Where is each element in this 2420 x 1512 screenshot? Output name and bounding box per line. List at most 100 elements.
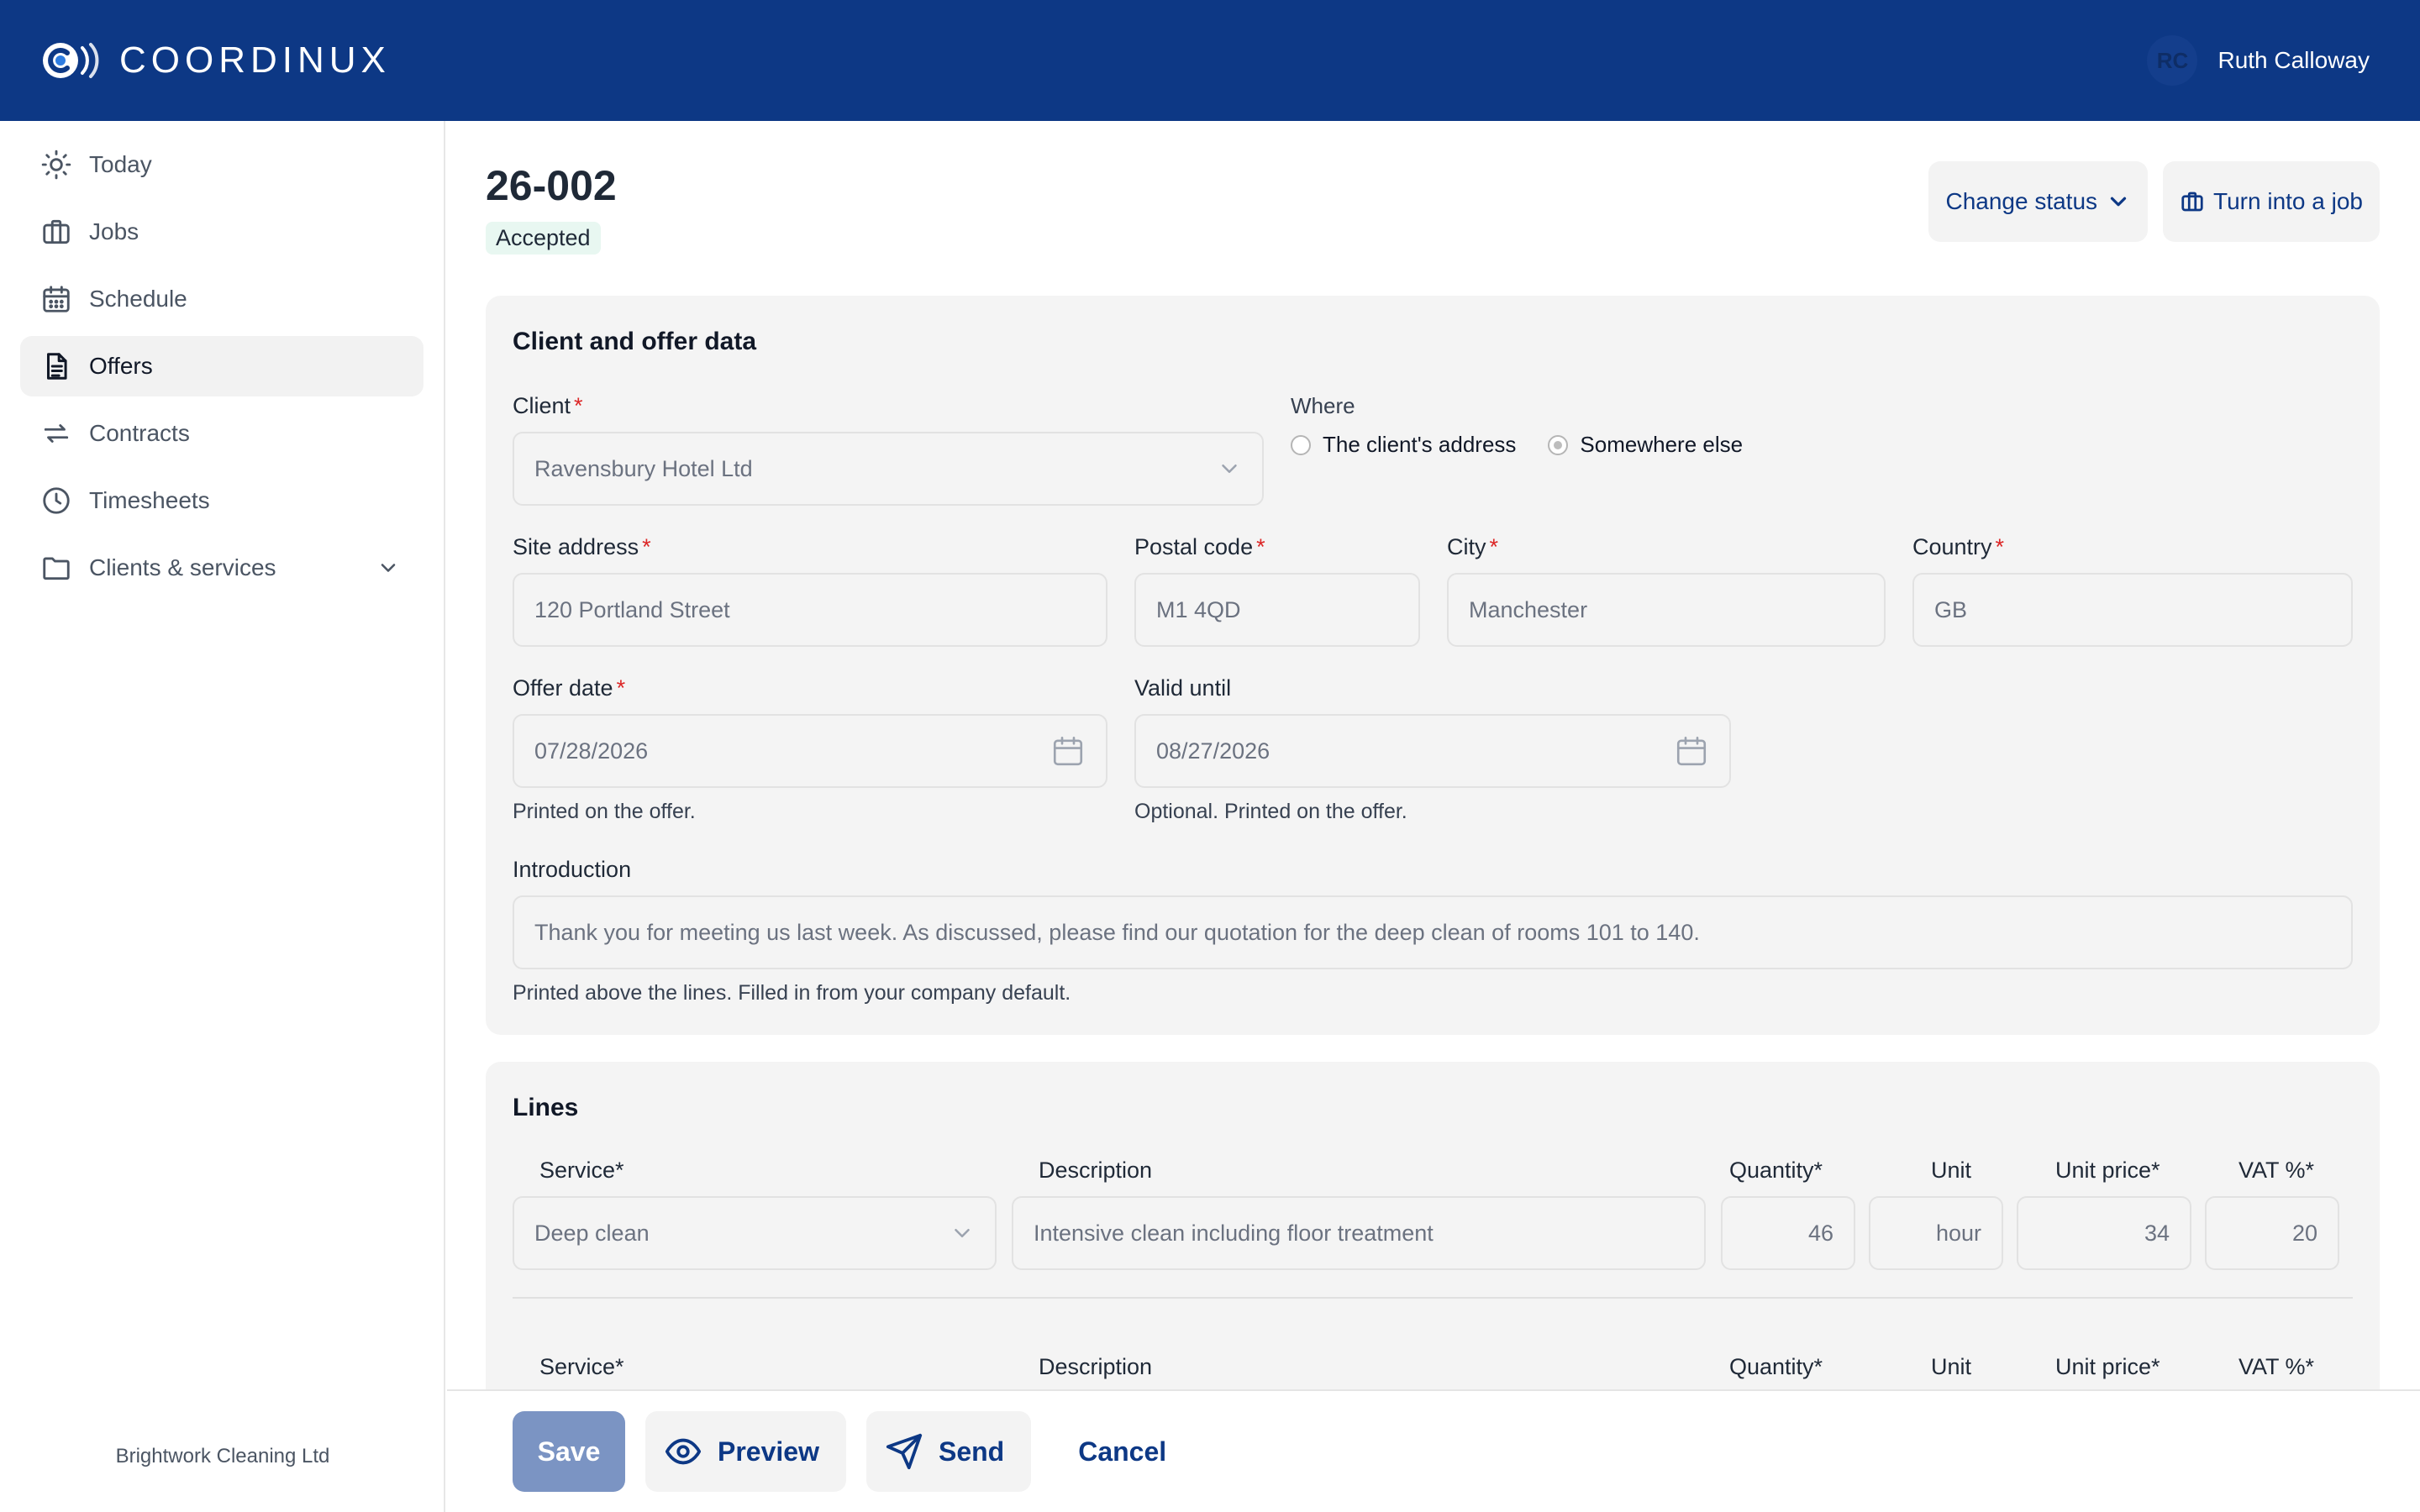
section-title: Client and offer data bbox=[513, 328, 757, 355]
line-divider bbox=[513, 1297, 2353, 1299]
turn-into-job-label: Turn into a job bbox=[2213, 188, 2363, 214]
document-icon bbox=[46, 353, 67, 380]
briefcase-icon bbox=[43, 219, 70, 244]
column-header-quantity: Quantity* bbox=[1729, 1354, 1823, 1379]
required-asterisk: * bbox=[616, 675, 626, 701]
user-menu[interactable]: RC Ruth Calloway bbox=[2147, 35, 2370, 86]
change-status-button[interactable]: Change status bbox=[1928, 161, 2149, 242]
postal-code-label: Postal code * bbox=[1134, 534, 1265, 559]
sidebar-item-clients-services[interactable]: Clients & services bbox=[20, 538, 424, 598]
postal-code-value: M1 4QD bbox=[1156, 596, 1241, 622]
sidebar-item-label: Schedule bbox=[89, 286, 187, 312]
sidebar-item-label: Offers bbox=[89, 353, 153, 379]
where-label: Where bbox=[1291, 393, 1355, 418]
sidebar-item-label: Jobs bbox=[89, 218, 139, 244]
column-header-quantity: Quantity* bbox=[1729, 1158, 1823, 1183]
city-label: City * bbox=[1447, 534, 1499, 559]
introduction-input[interactable]: Thank you for meeting us last week. As d… bbox=[513, 895, 2353, 969]
avatar[interactable]: RC bbox=[2147, 35, 2198, 86]
sidebar-item-offers[interactable]: Offers bbox=[20, 336, 424, 396]
sidebar-item-label: Clients & services bbox=[89, 554, 276, 580]
line-service-select[interactable]: Deep clean bbox=[513, 1196, 997, 1270]
line-description-input[interactable]: Intensive clean including floor treatmen… bbox=[1012, 1196, 1706, 1270]
folder-icon bbox=[43, 557, 70, 580]
coordinux-logo-icon bbox=[43, 43, 99, 78]
send-icon bbox=[886, 1433, 923, 1470]
radio-somewhere-else[interactable]: Somewhere else bbox=[1548, 432, 1743, 458]
required-asterisk: * bbox=[1489, 534, 1499, 559]
offer-date-hint: Printed on the offer. bbox=[513, 800, 696, 823]
required-asterisk: * bbox=[642, 534, 651, 559]
sidebar-item-timesheets[interactable]: Timesheets bbox=[20, 470, 424, 531]
calendar-icon[interactable] bbox=[1674, 733, 1709, 769]
sidebar-item-contracts[interactable]: Contracts bbox=[20, 403, 424, 464]
radio-label: Somewhere else bbox=[1580, 432, 1744, 457]
radio-label: The client's address bbox=[1323, 432, 1517, 457]
sidebar-item-schedule[interactable]: Schedule bbox=[20, 269, 424, 329]
offer-date-value: 07/28/2026 bbox=[534, 738, 649, 764]
where-radio-group: The client's address Somewhere else bbox=[1291, 432, 1879, 458]
form-actions-bar: Save Preview Send Cancel bbox=[447, 1389, 2420, 1512]
calendar-icon[interactable] bbox=[1050, 733, 1086, 769]
offer-date-input[interactable]: 07/28/2026 bbox=[513, 714, 1107, 788]
send-button[interactable]: Send bbox=[865, 1411, 1032, 1492]
valid-until-value: 08/27/2026 bbox=[1156, 738, 1270, 764]
chevron-down-icon bbox=[2110, 197, 2127, 207]
preview-button[interactable]: Preview bbox=[645, 1411, 846, 1492]
introduction-value: Thank you for meeting us last week. As d… bbox=[534, 919, 1700, 945]
site-address-value: 120 Portland Street bbox=[534, 596, 730, 622]
line-vat-input[interactable]: 20 bbox=[2205, 1196, 2339, 1270]
column-header-service: Service* bbox=[539, 1158, 624, 1183]
valid-until-label: Valid until bbox=[1134, 675, 1232, 701]
column-header-unit: Unit bbox=[1931, 1158, 1972, 1183]
client-select[interactable]: Ravensbury Hotel Ltd bbox=[513, 432, 1264, 506]
line-unit-input[interactable]: hour bbox=[1869, 1196, 2003, 1270]
main-content: 26-002 Accepted Change status Turn into … bbox=[447, 121, 2420, 1391]
user-name[interactable]: Ruth Calloway bbox=[2217, 47, 2370, 74]
city-value: Manchester bbox=[1469, 596, 1588, 622]
country-input[interactable]: GB bbox=[1912, 573, 2353, 647]
turn-into-job-button[interactable]: Turn into a job bbox=[2163, 161, 2380, 242]
sidebar-item-today[interactable]: Today bbox=[20, 134, 424, 195]
column-header-description: Description bbox=[1039, 1158, 1153, 1183]
valid-until-input[interactable]: 08/27/2026 bbox=[1134, 714, 1731, 788]
header-actions: Change status Turn into a job bbox=[1928, 161, 2380, 242]
country-label: Country * bbox=[1912, 534, 2005, 559]
radio-clients-address[interactable]: The client's address bbox=[1291, 432, 1516, 458]
column-header-vat: VAT %* bbox=[2238, 1354, 2315, 1379]
client-field: Client * Ravensbury Hotel Ltd bbox=[513, 393, 1264, 506]
chevron-down-icon[interactable] bbox=[376, 556, 400, 580]
sidebar: Today Jobs Schedule Offers Contracts Tim… bbox=[0, 121, 445, 1512]
calendar-icon bbox=[43, 286, 70, 312]
line-quantity-value: 46 bbox=[1807, 1220, 1833, 1246]
city-input[interactable]: Manchester bbox=[1447, 573, 1886, 647]
required-asterisk: * bbox=[1256, 534, 1265, 559]
cancel-button[interactable]: Cancel bbox=[1051, 1411, 1193, 1492]
line-quantity-input[interactable]: 46 bbox=[1721, 1196, 1855, 1270]
required-asterisk: * bbox=[574, 393, 583, 418]
radio-button-selected[interactable] bbox=[1548, 434, 1569, 455]
column-header-unit-price: Unit price* bbox=[2055, 1354, 2160, 1379]
line-unit-price-value: 34 bbox=[2144, 1220, 2170, 1246]
offer-date-label: Offer date * bbox=[513, 675, 626, 701]
company-name: Brightwork Cleaning Ltd bbox=[115, 1445, 330, 1467]
line-description-value: Intensive clean including floor treatmen… bbox=[1034, 1220, 1434, 1246]
briefcase-icon bbox=[2181, 192, 2203, 212]
save-button[interactable]: Save bbox=[513, 1411, 625, 1492]
site-address-input[interactable]: 120 Portland Street bbox=[513, 573, 1107, 647]
line-unit-value: hour bbox=[1935, 1220, 1981, 1246]
valid-until-field: Valid until 08/27/2026 Optional. Printed… bbox=[1134, 675, 1731, 824]
send-label: Send bbox=[938, 1436, 1005, 1467]
brand[interactable]: COORDINUX bbox=[42, 39, 391, 81]
column-header-unit-price: Unit price* bbox=[2055, 1158, 2160, 1183]
offer-date-field: Offer date * 07/28/2026 Printed on the of… bbox=[513, 675, 1107, 824]
sidebar-item-jobs[interactable]: Jobs bbox=[20, 202, 424, 262]
line-vat-value: 20 bbox=[2291, 1220, 2317, 1246]
column-header-vat: VAT %* bbox=[2238, 1158, 2315, 1183]
sidebar-item-label: Timesheets bbox=[89, 487, 210, 513]
postal-code-input[interactable]: M1 4QD bbox=[1134, 573, 1420, 647]
chevron-down-icon bbox=[1222, 465, 1237, 473]
lines-card: Lines Service* Description Quantity* Uni… bbox=[486, 1062, 2380, 1391]
radio-button[interactable] bbox=[1291, 434, 1311, 455]
line-unit-price-input[interactable]: 34 bbox=[2017, 1196, 2191, 1270]
